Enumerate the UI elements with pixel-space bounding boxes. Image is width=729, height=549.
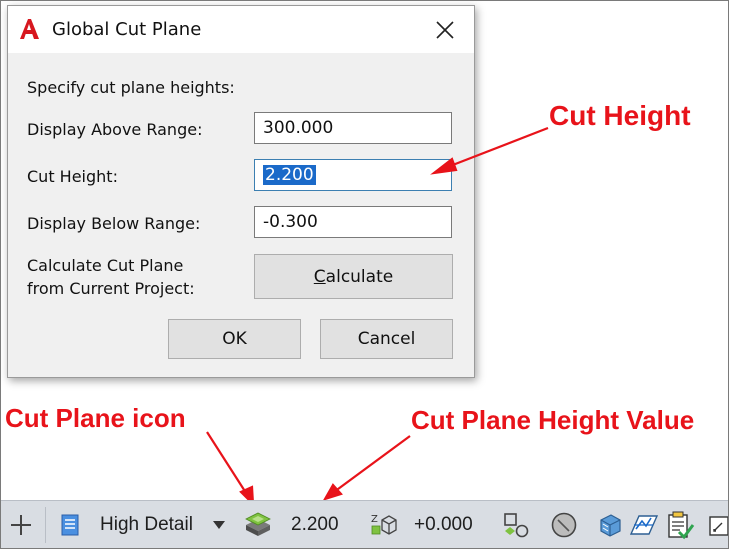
arrow-cut-height-line [444, 126, 549, 170]
display-configuration-icon [61, 514, 79, 536]
box-icon [600, 514, 621, 537]
more-icon [709, 516, 728, 536]
arrow-height-value-line [333, 435, 411, 493]
status-bar: High Detail 2.200 Z +0.000 [1, 500, 728, 548]
plus-icon [11, 515, 31, 535]
more-button[interactable] [704, 509, 729, 541]
cut-plane-button[interactable] [241, 509, 275, 541]
isolate-objects-button[interactable] [547, 509, 581, 541]
elevation-icon: Z [371, 514, 397, 535]
circle-icon [551, 512, 577, 538]
cut-plane-icon [245, 512, 271, 536]
detail-level-dropdown[interactable] [209, 515, 229, 535]
detail-level-text[interactable]: High Detail [100, 514, 193, 536]
chevron-down-icon [213, 521, 225, 529]
elevation-value[interactable]: +0.000 [414, 514, 473, 536]
workspace-button[interactable] [628, 509, 660, 541]
annotation-scale-icon [504, 513, 529, 538]
svg-text:Z: Z [371, 514, 378, 525]
cut-plane-value[interactable]: 2.200 [291, 514, 339, 536]
divider [45, 507, 46, 543]
checklist-icon [668, 511, 695, 540]
workspace-icon [629, 515, 659, 535]
checklist-button[interactable] [663, 507, 697, 543]
annotation-arrows [206, 126, 549, 507]
display-configuration-button[interactable] [57, 511, 83, 539]
arrow-cut-height-head [430, 157, 458, 175]
add-button[interactable] [5, 509, 37, 541]
elevation-button[interactable]: Z [367, 509, 401, 541]
annotation-scale-button[interactable] [499, 509, 533, 541]
arrow-height-value-head [322, 483, 343, 501]
hardware-acceleration-button[interactable] [595, 509, 625, 541]
arrow-cut-plane-icon-line [206, 431, 249, 497]
